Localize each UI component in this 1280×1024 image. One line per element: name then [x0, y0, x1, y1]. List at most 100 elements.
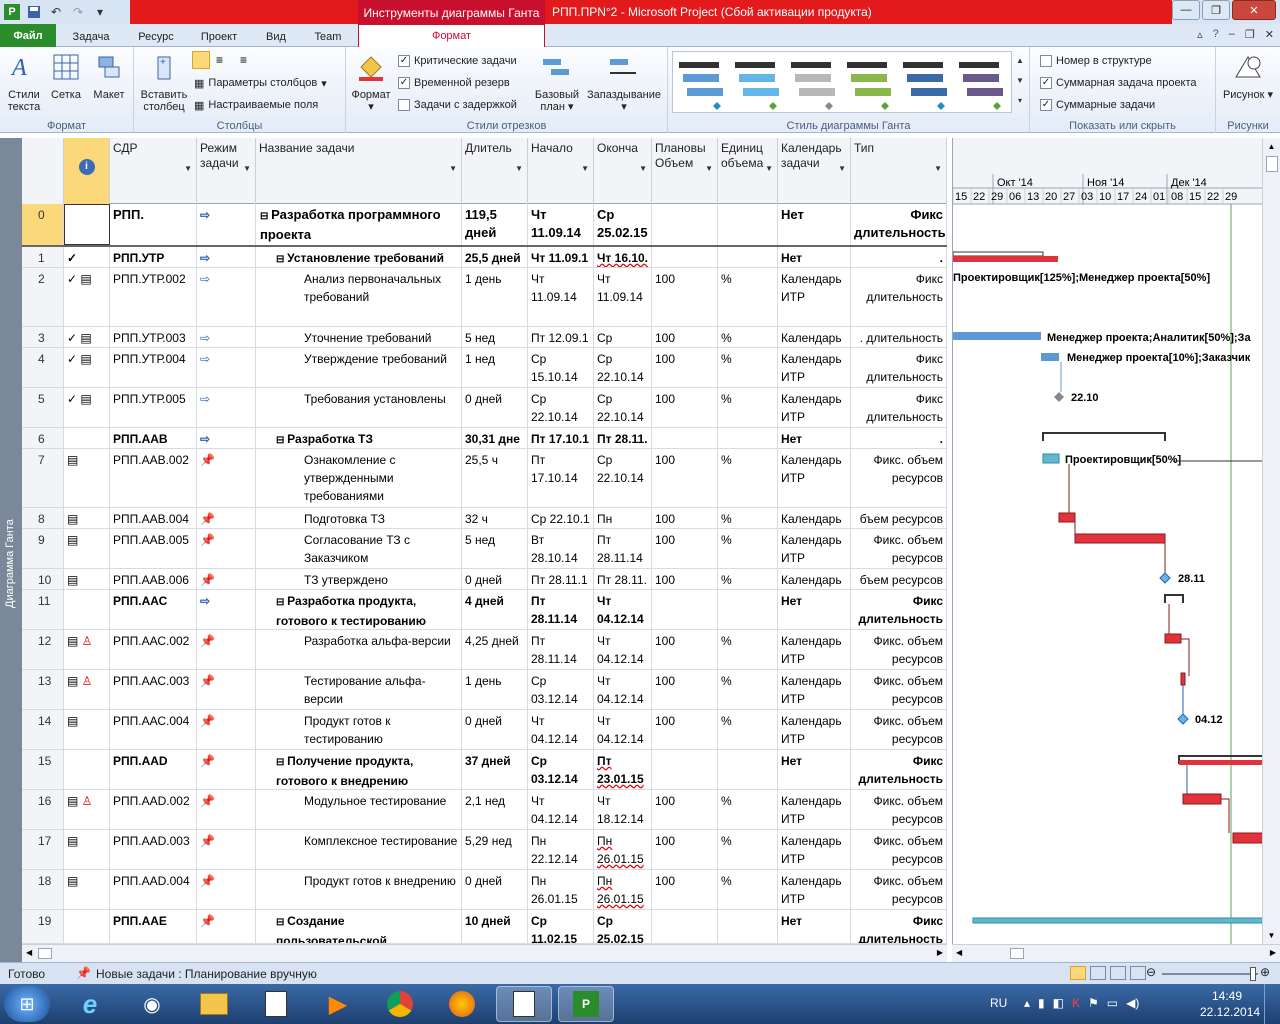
- cell-finish[interactable]: Ср 22.10.14: [594, 348, 652, 387]
- minimize-button[interactable]: —: [1172, 0, 1200, 20]
- task-mode-cell[interactable]: 📌: [197, 830, 256, 869]
- tab-task[interactable]: Задача: [62, 27, 120, 47]
- task-mode-cell[interactable]: 📌: [197, 449, 256, 507]
- start-button[interactable]: ⊞: [4, 986, 50, 1022]
- cell-type[interactable]: . длительность: [851, 327, 947, 347]
- cell-start[interactable]: Чт 04.12.14: [528, 710, 594, 749]
- clock-date[interactable]: 22.12.2014: [1200, 1005, 1260, 1019]
- task-bar[interactable]: [1041, 353, 1059, 361]
- slippage-button[interactable]: Запаздывание ▾: [584, 51, 664, 113]
- indicator-cell[interactable]: ✓ ▤: [64, 327, 110, 347]
- cell-start[interactable]: Ср 22.10.14: [528, 388, 594, 427]
- cell-units[interactable]: %: [718, 870, 778, 909]
- late-tasks-checkbox[interactable]: Задачи с задержкой: [398, 96, 517, 114]
- task-mode-cell[interactable]: ⇨: [197, 204, 256, 245]
- table-row[interactable]: 12 ▤ ♙ РПП.ААС.002 📌 Разработка альфа-верси…: [22, 630, 947, 670]
- tray-volume-icon[interactable]: ◀): [1126, 996, 1139, 1010]
- gantt-style-gallery[interactable]: [672, 51, 1012, 113]
- cell-cal[interactable]: Нет: [778, 204, 851, 245]
- tray-flag-icon[interactable]: ⚑: [1088, 996, 1099, 1010]
- scroll-up-icon[interactable]: ▲: [1263, 142, 1280, 151]
- tab-view[interactable]: Вид: [254, 27, 298, 47]
- cell-work[interactable]: 100: [652, 529, 718, 568]
- cell-dur[interactable]: 5 нед: [462, 529, 528, 568]
- zoom-thumb[interactable]: [1250, 967, 1256, 981]
- task-mode-cell[interactable]: 📌: [197, 508, 256, 528]
- cell-cal[interactable]: Календарь ИТР: [778, 790, 851, 829]
- cell-cal[interactable]: Нет: [778, 910, 851, 943]
- summary-bar[interactable]: [953, 251, 1044, 257]
- zoom-slider[interactable]: ⊖ ⊕: [1146, 965, 1276, 981]
- team-planner-icon[interactable]: [1110, 966, 1126, 980]
- indicator-cell[interactable]: ▤ ♙: [64, 670, 110, 709]
- cell-wbs[interactable]: РПП.ААВ.006: [110, 569, 197, 589]
- cell-start[interactable]: Чт 11.09.1: [528, 247, 594, 267]
- cell-work[interactable]: 100: [652, 670, 718, 709]
- cell-dur[interactable]: 4 дней: [462, 590, 528, 629]
- scroll-down-icon[interactable]: ▼: [1263, 931, 1280, 940]
- row-number[interactable]: 14: [22, 710, 64, 749]
- tray-antivirus-icon[interactable]: K: [1072, 996, 1080, 1010]
- indicator-cell[interactable]: ▤: [64, 529, 110, 568]
- task-mode-cell[interactable]: ⇨: [197, 247, 256, 267]
- cell-dur[interactable]: 5 нед: [462, 327, 528, 347]
- zoom-in-icon[interactable]: ⊕: [1260, 965, 1270, 979]
- doc-close-icon[interactable]: ✕: [1265, 28, 1274, 41]
- cell-start[interactable]: Пт 28.11.1: [528, 569, 594, 589]
- table-row[interactable]: 6 РПП.ААВ ⇨ ⊟ Разработка ТЗ 30,31 дне Пт 17.1…: [22, 428, 947, 449]
- header-task-calendar[interactable]: Календарь задачи ▼: [778, 138, 851, 204]
- task-name-cell[interactable]: Модульное тестирование: [256, 790, 462, 829]
- cell-units[interactable]: %: [718, 630, 778, 669]
- indicator-cell[interactable]: ✓ ▤: [64, 388, 110, 427]
- table-row[interactable]: 11 РПП.ААС ⇨ ⊟ Разработка продукта, готовог…: [22, 590, 947, 630]
- cell-units[interactable]: %: [718, 670, 778, 709]
- cell-dur[interactable]: 2,1 нед: [462, 790, 528, 829]
- taskbar-media-icon[interactable]: ▶: [310, 986, 366, 1022]
- qat-dropdown-icon[interactable]: ▾: [92, 4, 108, 20]
- row-number[interactable]: 0: [22, 204, 64, 245]
- chart-scroll-thumb[interactable]: [1010, 948, 1024, 959]
- cell-cal[interactable]: Нет: [778, 428, 851, 448]
- cell-wbs[interactable]: РПП.ААС.004: [110, 710, 197, 749]
- cell-cal[interactable]: Календарь ИТР: [778, 830, 851, 869]
- row-number[interactable]: 18: [22, 870, 64, 909]
- gantt-chart[interactable]: Окт '14 Ноя '14 Дек '14 15 22 29 06 13 20 27 03 10 1…: [952, 138, 1262, 944]
- cell-start[interactable]: Ср 11.02.15: [528, 910, 594, 943]
- task-name-cell[interactable]: Продукт готов к внедрению: [256, 870, 462, 909]
- task-name-cell[interactable]: ⊟ Создание пользовательской: [256, 910, 462, 943]
- header-indicators[interactable]: i: [64, 138, 110, 204]
- indicator-cell[interactable]: ✓: [64, 247, 110, 267]
- cell-dur[interactable]: 32 ч: [462, 508, 528, 528]
- tab-resource[interactable]: Ресурс: [126, 27, 186, 47]
- cell-units[interactable]: [718, 428, 778, 448]
- task-name-cell[interactable]: Разработка альфа-версии: [256, 630, 462, 669]
- cell-finish[interactable]: Ср 15.10.: [594, 327, 652, 347]
- cell-units[interactable]: %: [718, 790, 778, 829]
- cell-type[interactable]: . длительность: [851, 428, 947, 448]
- table-row[interactable]: 1 ✓ РПП.УТР ⇨ ⊟ Установление требований 25,5 …: [22, 247, 947, 268]
- cell-type[interactable]: Фикс длительность: [851, 590, 947, 629]
- cell-units[interactable]: [718, 590, 778, 629]
- project-app-icon[interactable]: P: [4, 4, 20, 20]
- table-row[interactable]: 17 ▤ РПП.AAD.003 📌 Комплексное тестирование…: [22, 830, 947, 870]
- taskbar-document2-icon[interactable]: [496, 986, 552, 1022]
- table-row[interactable]: 13 ▤ ♙ РПП.ААС.003 📌 Тестирование альфа-вер…: [22, 670, 947, 710]
- cell-type[interactable]: Фикс длительность: [851, 204, 947, 245]
- cell-start[interactable]: Чт 11.09.14: [528, 204, 594, 245]
- collapse-toggle-icon[interactable]: ⊟: [276, 254, 287, 265]
- clock-time[interactable]: 14:49: [1212, 989, 1242, 1003]
- cell-units[interactable]: %: [718, 449, 778, 507]
- cell-dur[interactable]: 1 день: [462, 670, 528, 709]
- cell-units[interactable]: %: [718, 830, 778, 869]
- critical-bar[interactable]: [1180, 672, 1186, 686]
- collapse-toggle-icon[interactable]: ⊟: [260, 211, 271, 222]
- task-mode-cell[interactable]: ⇨: [197, 348, 256, 387]
- header-wbs[interactable]: СДР ▼: [110, 138, 197, 204]
- task-name-cell[interactable]: ⊟ Разработка программного проекта: [256, 204, 462, 245]
- cell-type[interactable]: Фикс длительность: [851, 388, 947, 427]
- cell-work[interactable]: [652, 750, 718, 789]
- cell-cal[interactable]: Календарь: [778, 327, 851, 347]
- gridlines-button[interactable]: Сетка: [46, 51, 86, 101]
- cell-start[interactable]: Чт 11.09.14: [528, 268, 594, 326]
- row-number[interactable]: 1: [22, 247, 64, 267]
